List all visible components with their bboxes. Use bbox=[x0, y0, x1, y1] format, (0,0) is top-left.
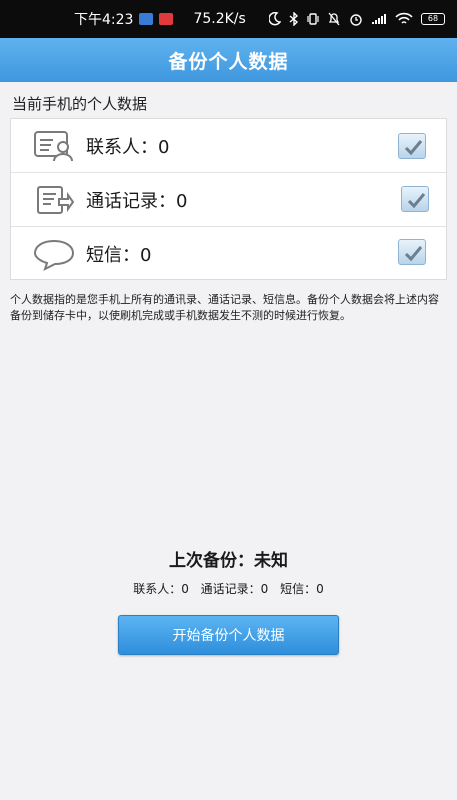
last-backup-counts: 联系人：0 通话记录：0 短信：0 bbox=[0, 580, 457, 597]
call-log-label: 通话记录：0 bbox=[86, 190, 188, 212]
last-backup-sms: 短信：0 bbox=[280, 582, 324, 596]
notification-app-icon bbox=[159, 13, 174, 25]
battery-icon: 68 bbox=[421, 13, 445, 25]
moon-icon bbox=[269, 12, 281, 26]
data-item-sms[interactable]: 短信：0 bbox=[11, 227, 446, 281]
signal-icon bbox=[372, 14, 386, 24]
checkmark-icon bbox=[404, 140, 423, 156]
contacts-label: 联系人：0 bbox=[86, 136, 170, 158]
start-backup-button[interactable]: 开始备份个人数据 bbox=[118, 615, 339, 655]
wifi-icon bbox=[395, 12, 413, 24]
call-log-icon bbox=[37, 186, 75, 214]
status-time: 下午4:23 bbox=[74, 12, 134, 28]
checkmark-icon bbox=[407, 193, 426, 209]
checkmark-icon bbox=[404, 246, 423, 262]
data-item-contacts[interactable]: 联系人：0 bbox=[11, 119, 446, 173]
last-backup-calls: 通话记录：0 bbox=[200, 582, 269, 596]
last-backup-contacts: 联系人：0 bbox=[133, 582, 189, 596]
last-backup-title: 上次备份：未知 bbox=[169, 551, 288, 571]
sms-label: 短信：0 bbox=[86, 245, 152, 266]
alarm-icon bbox=[350, 14, 362, 26]
section-title: 当前手机的个人数据 bbox=[12, 95, 148, 113]
description-text: 个人数据指的是您手机上所有的通讯录、通话记录、短信息。备份个人数据会将上述内容备… bbox=[10, 293, 439, 322]
page-title: 备份个人数据 bbox=[168, 50, 289, 73]
speech-bubble-icon bbox=[33, 239, 75, 271]
sms-checkbox[interactable] bbox=[398, 239, 426, 265]
vibrate-icon bbox=[307, 13, 319, 25]
notification-app-icon bbox=[139, 13, 154, 25]
title-bar: 备份个人数据 bbox=[0, 38, 457, 82]
call-log-checkbox[interactable] bbox=[401, 186, 429, 212]
mute-bell-icon bbox=[328, 12, 340, 26]
contacts-checkbox[interactable] bbox=[398, 133, 426, 159]
data-item-call-log[interactable]: 通话记录：0 bbox=[11, 173, 446, 227]
bluetooth-icon bbox=[289, 12, 299, 26]
status-bar: 下午4:23 75.2K/s 68 bbox=[0, 0, 457, 38]
contact-card-icon bbox=[34, 131, 73, 162]
data-items-panel: 联系人：0 通话记录：0 短信：0 bbox=[10, 118, 447, 280]
network-speed: 75.2K/s bbox=[193, 11, 246, 27]
